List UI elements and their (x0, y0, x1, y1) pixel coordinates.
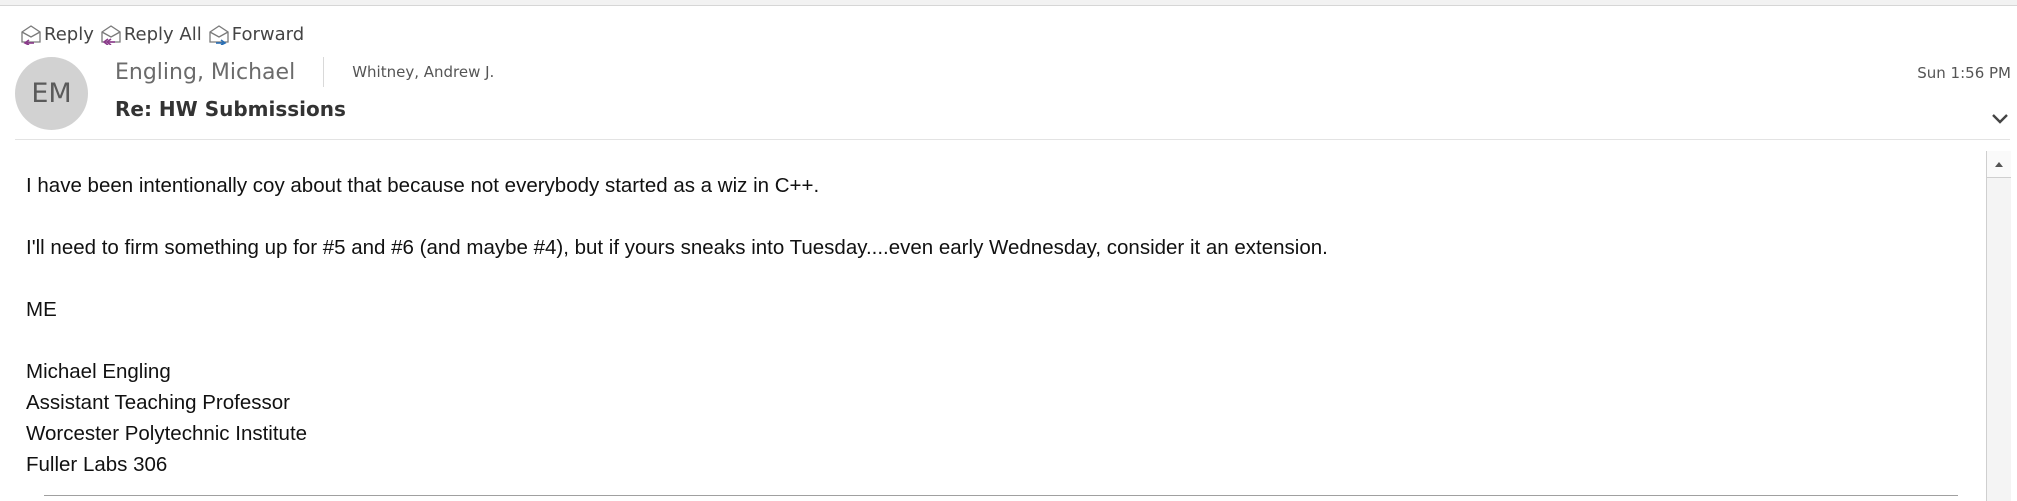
signature-office: Fuller Labs 306 (26, 453, 168, 476)
body-paragraph: I'll need to firm something up for #5 an… (26, 236, 1328, 259)
forward-envelope-icon (209, 25, 229, 45)
sender-name[interactable]: Engling, Michael (115, 60, 295, 85)
message-body: I have been intentionally coy about that… (26, 170, 1976, 480)
scroll-up-button[interactable] (1987, 151, 2011, 178)
forward-button[interactable]: Forward (208, 23, 304, 45)
message-subject: Re: HW Submissions (115, 97, 346, 121)
header-divider (15, 139, 2010, 140)
vertical-scrollbar[interactable] (1986, 151, 2011, 501)
chevron-down-icon[interactable] (1991, 112, 2009, 126)
signature-name: Michael Engling (26, 360, 171, 383)
message-toolbar: Reply Reply All Forward (20, 22, 304, 46)
avatar-initials: EM (31, 78, 72, 109)
reply-button[interactable]: Reply (20, 23, 94, 45)
reply-all-envelope-icon (101, 25, 121, 45)
reply-all-button[interactable]: Reply All (100, 23, 202, 45)
sender-row: Engling, Michael Whitney, Andrew J. (115, 56, 494, 88)
triangle-up-icon (1995, 162, 2003, 167)
signature-rule (44, 495, 1958, 496)
reply-all-label: Reply All (123, 23, 202, 45)
reply-envelope-icon (21, 25, 41, 45)
body-initials: ME (26, 298, 57, 321)
recipient-name[interactable]: Whitney, Andrew J. (352, 63, 494, 81)
signature-title: Assistant Teaching Professor (26, 391, 290, 414)
body-paragraph: I have been intentionally coy about that… (26, 174, 820, 197)
reply-label: Reply (44, 23, 94, 45)
forward-label: Forward (231, 23, 305, 45)
signature-institution: Worcester Polytechnic Institute (26, 422, 308, 445)
message-timestamp: Sun 1:56 PM (1917, 64, 2011, 82)
top-strip (0, 0, 2017, 6)
sender-avatar[interactable]: EM (15, 57, 88, 130)
header-separator (323, 57, 325, 87)
